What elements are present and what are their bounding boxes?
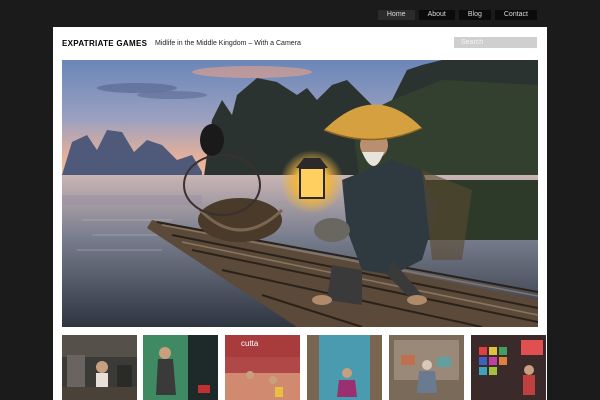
thumbnail-3[interactable]: cutta	[225, 335, 300, 400]
nav-home-link[interactable]: Home	[377, 10, 415, 20]
thumbnail-1[interactable]	[62, 335, 137, 400]
nav-blog-link[interactable]: Blog	[458, 10, 491, 20]
content-panel: EXPATRIATE GAMES Midlife in the Middle K…	[53, 27, 547, 400]
featured-photo[interactable]	[62, 60, 538, 327]
thumbnail-4[interactable]	[307, 335, 382, 400]
nav-about-link[interactable]: About	[418, 10, 455, 20]
search-input[interactable]	[454, 37, 537, 48]
thumbnail-5[interactable]	[389, 335, 464, 400]
nav-contact-link[interactable]: Contact	[494, 10, 537, 20]
thumbnail-3-text: cutta	[241, 339, 259, 348]
site-tagline: Midlife in the Middle Kingdom – With a C…	[155, 40, 301, 47]
thumbnail-6[interactable]	[471, 335, 546, 400]
top-nav: Home About Blog Contact	[377, 10, 537, 20]
thumbnail-2[interactable]	[143, 335, 218, 400]
thumbnail-strip: cutta	[62, 335, 546, 400]
site-title[interactable]: EXPATRIATE GAMES	[62, 39, 147, 48]
